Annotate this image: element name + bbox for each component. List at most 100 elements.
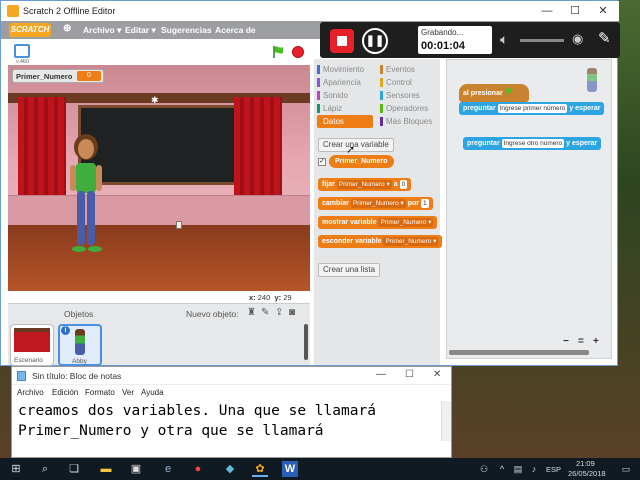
- category-apariencia[interactable]: Apariencia: [317, 76, 361, 89]
- chevron-up-icon[interactable]: ^: [494, 461, 510, 477]
- ask2-text-field[interactable]: Ingrese otro número: [501, 138, 565, 148]
- green-flag-icon[interactable]: [271, 45, 285, 59]
- sprite-thumbnail-label: Abby: [72, 358, 87, 365]
- close-button[interactable]: ✕: [589, 3, 617, 19]
- stop-record-button[interactable]: [330, 29, 354, 53]
- clock-date[interactable]: 26/05/2018: [568, 469, 606, 478]
- set-var-dropdown[interactable]: Primer_Numero ▾: [336, 179, 392, 189]
- create-variable-button[interactable]: Crear una variable: [318, 138, 394, 152]
- category-lapiz[interactable]: Lápiz: [317, 102, 342, 115]
- chrome-icon[interactable]: ●: [190, 461, 206, 477]
- change-variable-block[interactable]: cambiar Primer_Numero ▾ por 1: [318, 197, 433, 210]
- word-icon[interactable]: W: [282, 461, 298, 477]
- scratch-taskbar-icon[interactable]: ✿: [252, 461, 268, 477]
- notepad-menu-formato[interactable]: Formato: [85, 388, 115, 397]
- notepad-text-area[interactable]: creamos dos variables. Una que se llamar…: [18, 401, 376, 441]
- menu-sugerencias[interactable]: Sugerencias: [161, 25, 212, 35]
- sprite-thumbnail-abby[interactable]: i Abby: [58, 324, 102, 366]
- zoom-out-button[interactable]: −: [563, 336, 569, 347]
- category-eventos[interactable]: Eventos: [380, 63, 415, 76]
- network-icon[interactable]: ▤: [510, 461, 526, 477]
- menu-editar[interactable]: Editar ▾: [125, 25, 156, 36]
- change-var-dropdown[interactable]: Primer_Numero ▾: [350, 198, 406, 208]
- zoom-reset-button[interactable]: =: [578, 336, 584, 347]
- camera-icon[interactable]: ◙: [289, 307, 295, 318]
- clock-time[interactable]: 21:09: [576, 459, 595, 468]
- show-variable-block[interactable]: mostrar variable Primer_Numero ▾: [318, 216, 438, 229]
- notepad-title-bar: Sin título: Bloc de notas — ☐ ✕: [12, 367, 451, 385]
- y-value: 29: [283, 293, 292, 302]
- category-control[interactable]: Control: [380, 76, 412, 89]
- category-movimiento[interactable]: Movimiento: [317, 63, 364, 76]
- upload-icon[interactable]: ⇪: [275, 307, 283, 318]
- hide-verb: esconder variable: [322, 238, 382, 245]
- category-mas-bloques[interactable]: Más Bloques: [380, 115, 432, 128]
- stop-icon[interactable]: [292, 46, 304, 58]
- minimize-button[interactable]: —: [533, 3, 561, 19]
- variable-reporter-block[interactable]: Primer_Numero: [329, 155, 394, 168]
- notepad-line-1: creamos dos variables. Una que se llamar…: [18, 403, 376, 419]
- speaker-icon[interactable]: 🔈︎: [500, 31, 508, 48]
- notepad-menu-archivo[interactable]: Archivo: [17, 388, 44, 397]
- sprite-library-icon[interactable]: ♜: [247, 307, 256, 318]
- notepad-close-button[interactable]: ✕: [433, 369, 441, 380]
- hide-var-dropdown[interactable]: Primer_Numero ▾: [383, 236, 439, 246]
- stage-thumbnail-label: Escenario: [14, 357, 43, 364]
- scripts-horizontal-scrollbar[interactable]: [449, 350, 589, 355]
- notepad-menu-edicion[interactable]: Edición: [52, 388, 78, 397]
- menu-archivo[interactable]: Archivo ▾: [83, 25, 121, 36]
- fullscreen-icon[interactable]: [14, 44, 30, 58]
- notepad-minimize-button[interactable]: —: [376, 369, 386, 380]
- category-sensores[interactable]: Sensores: [380, 89, 420, 102]
- stage-thumbnail[interactable]: Escenario: [10, 324, 54, 366]
- show-var-dropdown[interactable]: Primer_Numero ▾: [378, 217, 434, 227]
- edge-icon[interactable]: e: [160, 461, 176, 477]
- set-value-field[interactable]: 0: [399, 179, 408, 189]
- notepad-menu-ayuda[interactable]: Ayuda: [141, 388, 164, 397]
- paint-brush-icon[interactable]: ✎: [261, 307, 269, 318]
- info-icon[interactable]: i: [61, 326, 70, 335]
- scripts-area[interactable]: al presionar ⚑ preguntar Ingrese primer …: [446, 59, 612, 359]
- sprites-scrollbar[interactable]: [304, 324, 308, 360]
- notepad-maximize-button[interactable]: ☐: [405, 369, 414, 380]
- category-sonido[interactable]: Sonido: [317, 89, 348, 102]
- volume-slider[interactable]: [520, 39, 564, 42]
- stage[interactable]: ✱: [8, 65, 310, 291]
- create-list-button[interactable]: Crear una lista: [318, 263, 381, 277]
- ask-block-2[interactable]: preguntar Ingrese otro número y esperar: [463, 137, 602, 150]
- file-explorer-icon[interactable]: ▬: [98, 461, 114, 477]
- hide-variable-block[interactable]: esconder variable Primer_Numero ▾: [318, 235, 443, 248]
- category-operadores[interactable]: Operadores: [380, 102, 428, 115]
- taskbar: ⊞ ⌕ ❏ ▬ ▣ e ● ◆ ✿ W ⚇ ^ ▤ ♪ ESP 21:09 26…: [0, 458, 640, 480]
- sprite-corner-thumbnail: [587, 68, 597, 92]
- volume-icon[interactable]: ♪: [526, 461, 542, 477]
- pause-button[interactable]: ❚❚: [362, 28, 388, 54]
- people-icon[interactable]: ⚇: [476, 461, 492, 477]
- category-datos[interactable]: Datos: [317, 115, 373, 128]
- zoom-in-button[interactable]: +: [593, 336, 599, 347]
- notifications-icon[interactable]: ▭: [618, 461, 634, 477]
- maximize-button[interactable]: ☐: [561, 3, 589, 19]
- notepad-menu-ver[interactable]: Ver: [122, 388, 134, 397]
- ask-block-1[interactable]: preguntar Ingrese primer número y espera…: [459, 102, 605, 115]
- stage-thumbnail-image: [14, 328, 50, 352]
- search-icon[interactable]: ⌕: [37, 461, 53, 477]
- ask1-text-field[interactable]: Ingrese primer número: [497, 103, 568, 113]
- task-view-icon[interactable]: ❏: [66, 461, 82, 477]
- sprite-abby[interactable]: [66, 133, 106, 257]
- scratch-logo[interactable]: SCRATCH: [9, 23, 51, 37]
- app-icon-2[interactable]: ◆: [222, 461, 238, 477]
- when-flag-clicked-block[interactable]: al presionar ⚑: [459, 84, 529, 102]
- change-value-field[interactable]: 1: [420, 198, 429, 208]
- language-indicator[interactable]: ESP: [546, 465, 561, 474]
- notepad-scrollbar[interactable]: [441, 401, 451, 441]
- set-variable-block[interactable]: fijar Primer_Numero ▾ a 0: [318, 178, 412, 191]
- variable-checkbox[interactable]: ✓: [318, 158, 326, 166]
- pencil-icon[interactable]: ✎: [598, 29, 611, 47]
- menu-acerca[interactable]: Acerca de: [215, 25, 256, 35]
- windows-start-icon[interactable]: ⊞: [8, 461, 24, 477]
- store-icon[interactable]: ▣: [128, 461, 144, 477]
- webcam-icon[interactable]: ◉: [572, 31, 583, 47]
- variable-monitor[interactable]: Primer_Numero 0: [12, 69, 104, 83]
- globe-icon[interactable]: ⊕: [63, 23, 71, 34]
